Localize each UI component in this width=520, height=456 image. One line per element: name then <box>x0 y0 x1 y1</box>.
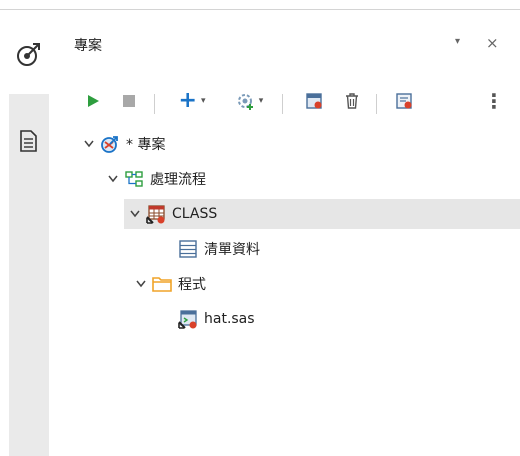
project-icon <box>100 134 120 154</box>
more-icon: ⋮ <box>484 89 504 113</box>
stop-icon <box>123 95 135 107</box>
list-data-icon <box>178 239 198 259</box>
properties-icon <box>306 93 322 109</box>
stop-button[interactable] <box>118 86 140 116</box>
panel-title: 專案 <box>74 38 102 54</box>
run-button[interactable] <box>82 86 104 116</box>
close-button[interactable]: × <box>486 34 499 52</box>
toolbar-separator <box>282 94 283 114</box>
chevron-down-icon: ▾ <box>200 96 206 106</box>
tree-node-list-data[interactable]: 清單資料 <box>178 234 260 264</box>
add-task-button[interactable]: ▾ <box>228 86 270 116</box>
chevron-down-icon[interactable] <box>134 280 148 288</box>
run-icon <box>88 95 99 107</box>
tree-node-label: hat.sas <box>204 311 255 327</box>
tree-node-project[interactable]: * 專案 <box>82 129 165 159</box>
sas-program-icon <box>178 309 198 329</box>
chevron-down-icon: ▾ <box>258 96 264 106</box>
chevron-down-icon[interactable] <box>82 140 96 148</box>
toolbar-separator <box>376 94 377 114</box>
document-nav-icon[interactable] <box>15 128 41 154</box>
left-activity-bar <box>0 10 58 456</box>
folder-icon <box>152 274 172 294</box>
add-button[interactable]: + ▾ <box>172 86 212 116</box>
minimize-button[interactable]: ▾ <box>455 36 460 47</box>
project-nav-icon[interactable] <box>14 39 44 69</box>
settings-doc-icon <box>396 93 412 109</box>
tree-node-process-flow[interactable]: 處理流程 <box>106 164 206 194</box>
panel-toolbar: + ▾ ▾ ⋮ <box>58 86 520 116</box>
toolbar-separator <box>154 94 155 114</box>
tree-node-label: * 專案 <box>126 137 166 153</box>
project-panel: 專案 ▾ × + ▾ ▾ ⋮ * 專案 處理流程 CLASS 清單資料 程式 h… <box>58 10 520 446</box>
delete-button[interactable] <box>340 86 364 116</box>
properties-button[interactable] <box>302 86 326 116</box>
tree-node-class-table[interactable]: CLASS <box>124 199 520 229</box>
process-flow-icon <box>124 169 144 189</box>
tree-node-program-file[interactable]: hat.sas <box>178 304 255 334</box>
chevron-down-icon[interactable] <box>106 175 120 183</box>
tree-node-label: 處理流程 <box>150 172 206 188</box>
chevron-down-icon[interactable] <box>128 210 142 218</box>
tree-node-programs[interactable]: 程式 <box>134 269 206 299</box>
tree-node-label: 程式 <box>178 277 206 293</box>
sas-table-icon <box>146 204 166 224</box>
tree-node-label: 清單資料 <box>204 242 260 258</box>
trash-icon <box>346 93 358 109</box>
project-settings-button[interactable] <box>392 86 416 116</box>
add-icon: + <box>178 88 197 113</box>
tree-node-label: CLASS <box>172 206 218 222</box>
task-gear-icon <box>237 94 253 110</box>
more-options-button[interactable]: ⋮ <box>484 86 504 116</box>
